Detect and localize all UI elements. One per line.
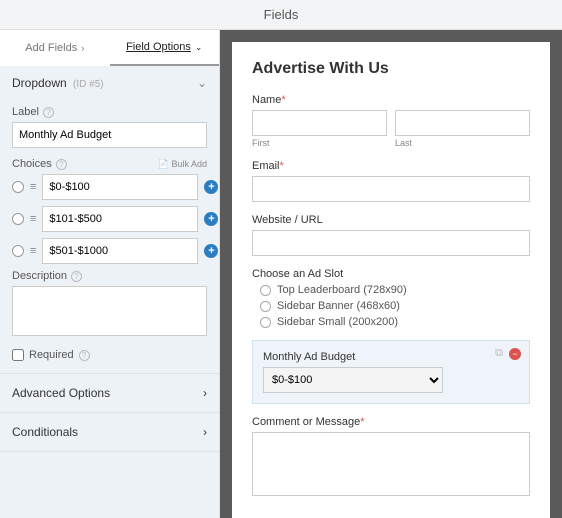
top-bar: Fields (0, 0, 562, 30)
tab-field-options[interactable]: Field Options ⌄ (110, 30, 220, 66)
description-label: Description (12, 270, 67, 282)
choice-input[interactable] (42, 206, 198, 232)
field-adslot: Choose an Ad Slot Top Leaderboard (728x9… (252, 268, 530, 328)
preview-area: Advertise With Us Name* First Last Email… (220, 30, 562, 518)
budget-select[interactable]: $0-$100 (263, 367, 443, 393)
required-label: Required (29, 349, 74, 361)
label-input[interactable] (12, 122, 207, 148)
adslot-option[interactable]: Sidebar Banner (468x60) (252, 300, 530, 312)
email-input[interactable] (252, 176, 530, 202)
field-type: Dropdown (12, 76, 67, 90)
first-sublabel: First (252, 138, 387, 148)
field-name: Name* First Last (252, 94, 530, 148)
add-choice-button[interactable]: + (204, 180, 218, 194)
choice-input[interactable] (42, 174, 198, 200)
section-advanced-options[interactable]: Advanced Options › (0, 374, 219, 413)
top-bar-title: Fields (264, 7, 299, 22)
last-sublabel: Last (395, 138, 530, 148)
choice-row: ≡ + − (12, 206, 207, 232)
drag-handle-icon[interactable]: ≡ (30, 245, 36, 257)
adslot-option[interactable]: Top Leaderboard (728x90) (252, 284, 530, 296)
section-conditionals[interactable]: Conditionals › (0, 413, 219, 452)
chevron-right-icon: › (203, 386, 207, 400)
adslot-option[interactable]: Sidebar Small (200x200) (252, 316, 530, 328)
chevron-right-icon: › (203, 425, 207, 439)
form-title: Advertise With Us (252, 60, 530, 78)
description-input[interactable] (12, 286, 207, 336)
field-url: Website / URL (252, 214, 530, 256)
add-choice-button[interactable]: + (204, 244, 218, 258)
drag-handle-icon[interactable]: ≡ (30, 213, 36, 225)
delete-icon[interactable]: − (509, 348, 521, 360)
choices-label: Choices (12, 158, 52, 170)
add-choice-button[interactable]: + (204, 212, 218, 226)
choice-row: ≡ + − (12, 174, 207, 200)
chevron-right-icon: › (81, 43, 84, 53)
help-icon[interactable]: ? (56, 159, 67, 170)
help-icon[interactable]: ? (71, 271, 82, 282)
label-label: Label (12, 106, 39, 118)
first-name-input[interactable] (252, 110, 387, 136)
choice-input[interactable] (42, 238, 198, 264)
section-header-dropdown[interactable]: Dropdown (ID #5) ⌄ (0, 66, 219, 100)
chevron-down-icon: ⌄ (197, 76, 207, 90)
bulk-add-link[interactable]: 📄 Bulk Add (158, 159, 207, 170)
chevron-down-icon: ⌄ (195, 42, 203, 53)
tab-add-fields[interactable]: Add Fields › (0, 30, 110, 66)
last-name-input[interactable] (395, 110, 530, 136)
choice-default-radio[interactable] (12, 245, 24, 257)
field-id: (ID #5) (73, 79, 104, 90)
choice-default-radio[interactable] (12, 213, 24, 225)
choice-default-radio[interactable] (12, 181, 24, 193)
help-icon[interactable]: ? (79, 350, 90, 361)
comment-input[interactable] (252, 432, 530, 496)
choice-row: ≡ + − (12, 238, 207, 264)
duplicate-icon[interactable]: ⧉ (495, 347, 503, 360)
field-budget-selected[interactable]: ⧉ − Monthly Ad Budget $0-$100 (252, 340, 530, 404)
field-email: Email* (252, 160, 530, 202)
drag-handle-icon[interactable]: ≡ (30, 181, 36, 193)
help-icon[interactable]: ? (43, 107, 54, 118)
required-checkbox[interactable] (12, 349, 24, 361)
field-comment: Comment or Message* (252, 416, 530, 499)
url-input[interactable] (252, 230, 530, 256)
left-panel: Add Fields › Field Options ⌄ Dropdown (I… (0, 30, 220, 518)
